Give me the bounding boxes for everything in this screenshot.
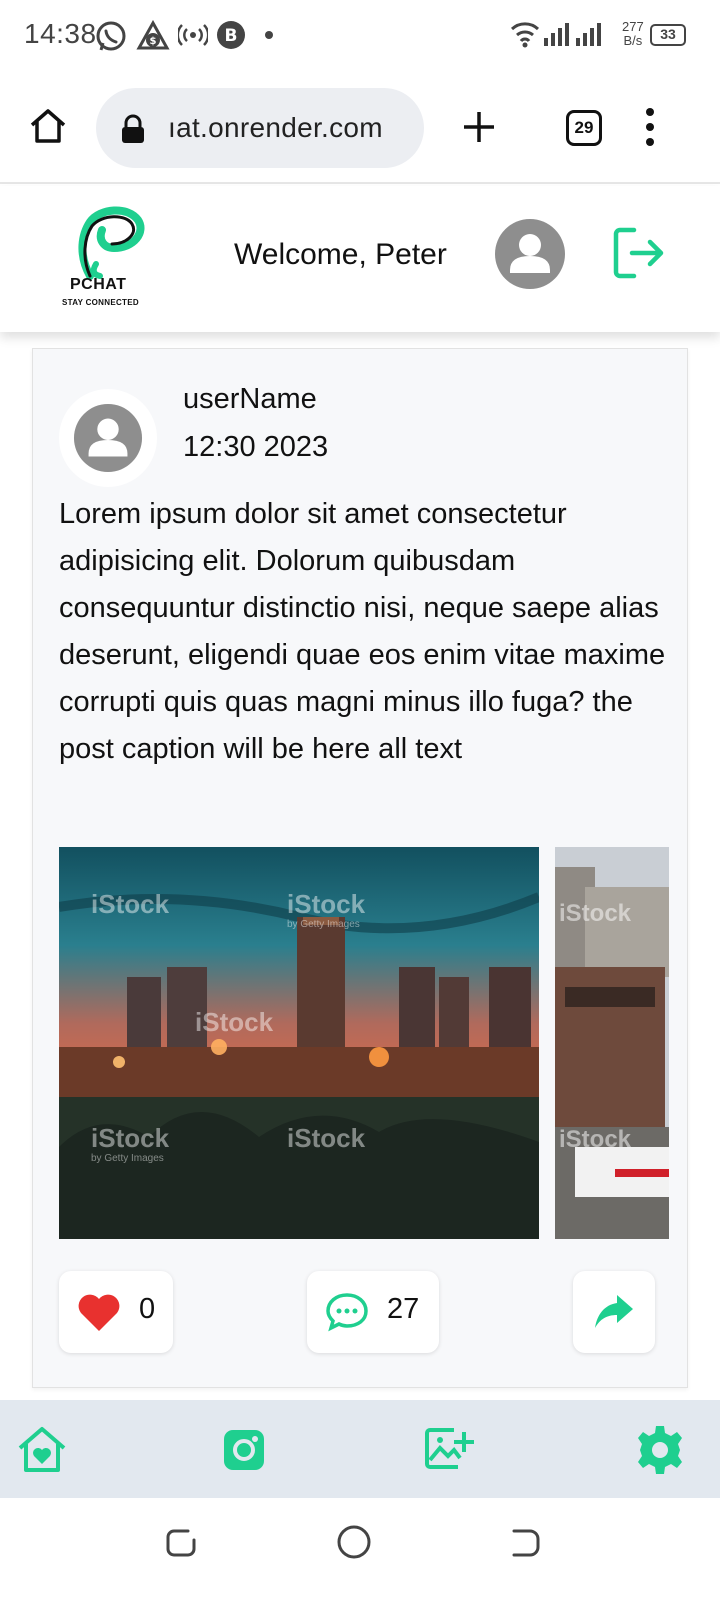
user-avatar[interactable]: [494, 218, 566, 290]
author-avatar[interactable]: [59, 389, 157, 487]
browser-toolbar: ıat.onrender.com 29: [0, 72, 720, 184]
dot-icon: [265, 31, 273, 39]
image-watermark: iStock: [287, 889, 366, 919]
image-watermark: iStock: [91, 1123, 170, 1153]
post-card: userName 12:30 2023 Lorem ipsum dolor si…: [32, 348, 688, 1388]
post-timestamp: 12:30 2023: [183, 431, 329, 463]
image-watermark-sub: by Getty Images: [91, 1153, 164, 1164]
heart-icon: [78, 1294, 120, 1331]
menu-dots-icon[interactable]: [640, 106, 660, 148]
svg-text:B: B: [225, 26, 238, 46]
share-button[interactable]: [573, 1271, 655, 1353]
brand-name: PCHAT: [70, 276, 127, 293]
url-text: ıat.onrender.com: [168, 112, 383, 143]
svg-text:$: $: [150, 36, 157, 47]
network-speed-unit: B/s: [623, 33, 643, 48]
pchat-logo-mark: [78, 206, 145, 280]
app-header: PCHAT STAY CONNECTED Welcome, Peter: [0, 186, 720, 332]
whatsapp-icon: [96, 21, 126, 51]
battery-icon: 33: [650, 24, 686, 46]
image-watermark: iStock: [559, 1126, 632, 1153]
post-image-skyline[interactable]: iStock iStock iStock iStock iStock by Ge…: [59, 847, 539, 1239]
back-icon[interactable]: [508, 1526, 542, 1560]
new-tab-icon[interactable]: [462, 110, 496, 144]
image-watermark: iStock: [559, 900, 632, 927]
feed: userName 12:30 2023 Lorem ipsum dolor si…: [0, 332, 720, 1400]
post-image-carousel[interactable]: iStock iStock iStock iStock iStock by Ge…: [59, 847, 669, 1239]
recent-apps-icon[interactable]: [164, 1526, 198, 1560]
status-time: 14:38: [24, 18, 97, 49]
image-watermark: iStock: [287, 1123, 366, 1153]
status-bar: 14:38 $ B 277 B/s 33: [0, 0, 720, 72]
image-watermark: iStock: [91, 889, 170, 919]
wifi-icon: [510, 22, 540, 48]
image-watermark: iStock: [195, 1007, 274, 1037]
post-image-street[interactable]: iStock iStock: [555, 847, 669, 1239]
app-notification-icon: $: [136, 20, 170, 50]
add-image-icon[interactable]: [418, 1420, 478, 1480]
home-heart-icon[interactable]: [12, 1420, 72, 1480]
b-app-icon: B: [217, 21, 245, 49]
like-button[interactable]: 0: [59, 1271, 173, 1353]
like-count: 0: [139, 1293, 156, 1325]
comment-icon: [326, 1293, 368, 1332]
post-caption: Lorem ipsum dolor sit amet consectetur a…: [59, 498, 666, 765]
home-circle-icon[interactable]: [336, 1524, 372, 1560]
signal-icon: [544, 23, 601, 46]
comment-button[interactable]: 27: [307, 1271, 439, 1353]
hotspot-icon: [178, 24, 208, 46]
lock-icon: [122, 114, 144, 143]
home-icon[interactable]: [28, 106, 68, 146]
bottom-navigation: [0, 1400, 720, 1498]
address-bar[interactable]: ıat.onrender.com: [96, 88, 424, 168]
system-navigation-bar: [0, 1498, 720, 1600]
logout-icon[interactable]: [612, 226, 666, 280]
tab-switcher-button[interactable]: 29: [566, 110, 602, 146]
welcome-message: Welcome, Peter: [234, 238, 447, 271]
comment-count: 27: [387, 1293, 420, 1325]
instagram-icon[interactable]: [214, 1420, 274, 1480]
brand-tagline: STAY CONNECTED: [62, 298, 139, 307]
author-name[interactable]: userName: [183, 383, 317, 416]
avatar-icon: [73, 403, 143, 473]
settings-gear-icon[interactable]: [630, 1420, 690, 1480]
share-icon: [595, 1295, 633, 1328]
battery-level: 33: [660, 26, 676, 42]
network-speed: 277 B/s: [622, 20, 644, 48]
network-speed-value: 277: [622, 19, 644, 34]
tab-count: 29: [574, 118, 594, 137]
image-watermark-sub: by Getty Images: [287, 919, 360, 930]
